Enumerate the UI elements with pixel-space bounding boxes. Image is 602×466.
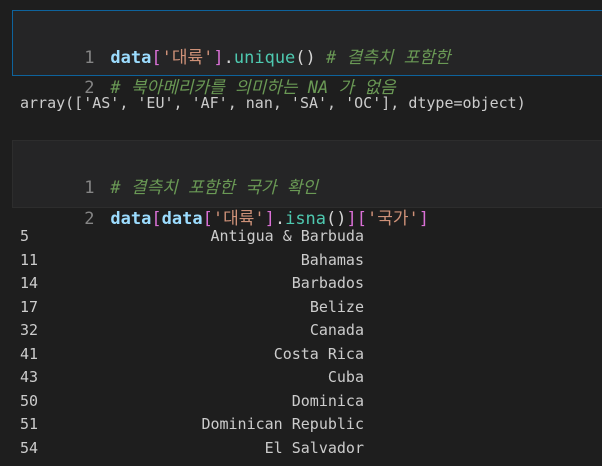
series-index: 50 — [20, 391, 39, 410]
code-line-1: 1 # 결측치 포함한 국가 확인 — [13, 143, 318, 198]
series-index: 17 — [20, 297, 39, 316]
series-value: Costa Rica — [273, 344, 364, 363]
series-row: 32 Canada — [20, 319, 380, 343]
code-cell-unique[interactable]: 1 data['대륙'].unique() # 결측치 포함한 2 # 북아메리카를… — [12, 10, 602, 98]
code-token-bracket: ] — [418, 209, 430, 229]
series-value: Canada — [309, 321, 364, 339]
series-index: 43 — [20, 368, 39, 386]
code-line-2: 2 # 북아메리카를 의미하는 NA 가 없음 — [13, 43, 395, 98]
series-index: 41 — [20, 344, 39, 363]
series-value: El Salvador — [264, 438, 364, 457]
code-line-1: 1 data['대륙'].unique() # 결측치 포함한 — [13, 13, 450, 68]
series-index: 14 — [20, 274, 39, 292]
cell-output-series: 5 Antigua & Barbuda 11 Bahamas 14 Barbados … — [20, 225, 380, 460]
series-row: 54 El Salvador — [20, 437, 380, 461]
notebook-page: 1 data['대륙'].unique() # 결측치 포함한 2 # 북아메리카를… — [0, 0, 602, 466]
series-row: 43 Cuba — [20, 366, 380, 390]
series-value: Antigua & Barbuda — [210, 227, 364, 245]
series-row: 5 Antigua & Barbuda — [20, 225, 380, 249]
series-value: Dominica — [291, 391, 364, 410]
series-index: 5 — [20, 227, 30, 245]
series-value: Dominican Republic — [201, 415, 364, 433]
series-index: 51 — [20, 415, 39, 433]
series-row: 11 Bahamas — [20, 249, 380, 273]
series-row: 41 Costa Rica — [20, 343, 380, 367]
series-row: 50 Dominica — [20, 390, 380, 414]
series-value: Barbados — [291, 274, 364, 292]
series-index: 32 — [20, 321, 39, 339]
series-value: Bahamas — [300, 250, 364, 269]
code-cell-isna[interactable]: 1 # 결측치 포함한 국가 확인 2 data[data['대륙'].isna()… — [12, 140, 602, 229]
series-row: 14 Barbados — [20, 272, 380, 296]
series-value: Belize — [309, 297, 364, 316]
code-line-2: 2 data[data['대륙'].isna()]['국가'] — [13, 174, 429, 229]
series-row: 17 Belize — [20, 296, 380, 320]
series-index: 11 — [20, 250, 39, 269]
series-index: 54 — [20, 438, 39, 457]
series-value: Cuba — [327, 368, 364, 386]
cell-output-array: array(['AS', 'EU', 'AF', nan, 'SA', 'OC'… — [20, 94, 526, 112]
series-row: 51 Dominican Republic — [20, 413, 380, 437]
